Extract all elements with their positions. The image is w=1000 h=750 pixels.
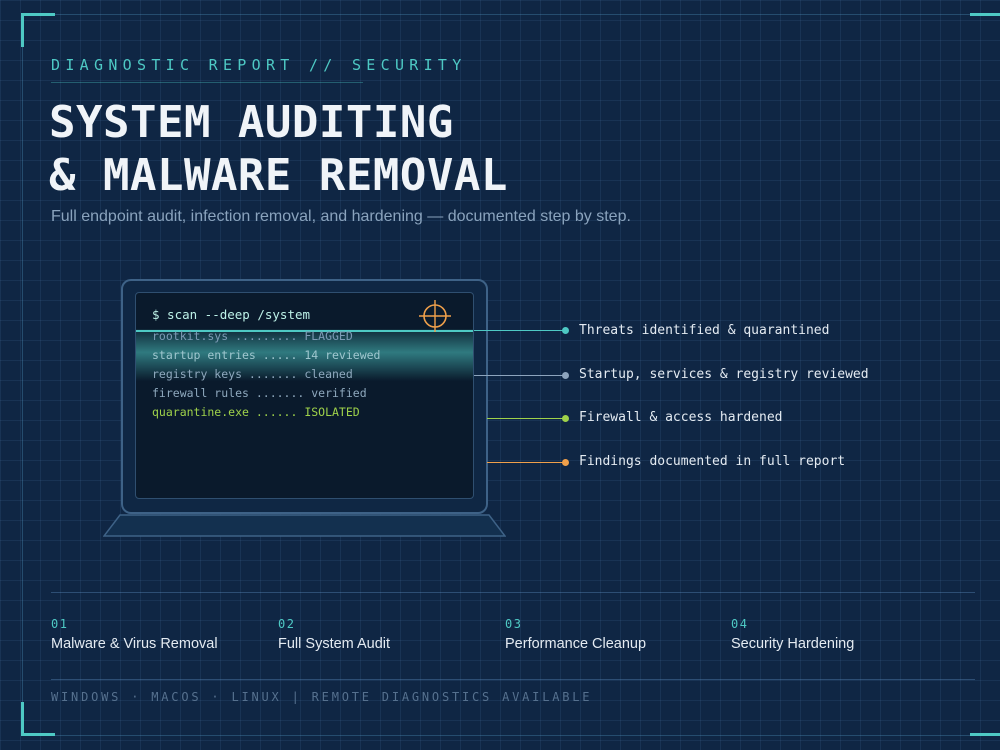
callout-firewall: Firewall & access hardened xyxy=(579,410,783,425)
terminal-line: startup entries ..... 14 reviewed xyxy=(152,348,381,362)
eyebrow-divider xyxy=(51,82,363,83)
crosshair-icon xyxy=(419,300,451,332)
frame-corner-top-left xyxy=(21,13,55,47)
callout-threats: Threats identified & quarantined xyxy=(579,323,830,338)
terminal-command: $ scan --deep /system xyxy=(152,307,311,322)
service-number: 03 xyxy=(505,617,523,631)
service-number: 04 xyxy=(731,617,749,631)
page-title: SYSTEM AUDITING & MALWARE REMOVAL xyxy=(49,96,508,202)
terminal-line: rootkit.sys ......... FLAGGED xyxy=(152,329,353,343)
callout-dot-4 xyxy=(562,459,569,466)
callout-connector-2 xyxy=(474,375,566,376)
service-number: 01 xyxy=(51,617,69,631)
page-subtitle: Full endpoint audit, infection removal, … xyxy=(51,208,631,225)
frame-left-line xyxy=(22,47,23,702)
callout-connector-1 xyxy=(474,330,566,331)
laptop-base xyxy=(103,514,506,537)
footer-divider xyxy=(51,679,975,680)
page-title-line-2: & MALWARE REMOVAL xyxy=(49,150,508,201)
frame-corner-bottom-right xyxy=(970,702,1000,736)
footer-platforms: WINDOWS · MACOS · LINUX | REMOTE DIAGNOS… xyxy=(51,690,593,704)
callout-findings: Findings documented in full report xyxy=(579,454,846,469)
terminal-window: $ scan --deep /system rootkit.sys ......… xyxy=(135,292,474,499)
callout-connector-3 xyxy=(487,418,566,419)
callout-dot-3 xyxy=(562,415,569,422)
terminal-line: quarantine.exe ...... ISOLATED xyxy=(152,405,360,419)
frame-bottom-line xyxy=(55,735,970,736)
callout-dot-2 xyxy=(562,372,569,379)
terminal-line: firewall rules ....... verified xyxy=(152,386,367,400)
callout-startup: Startup, services & registry reviewed xyxy=(579,367,869,382)
service-name: Security Hardening xyxy=(731,636,855,652)
service-name: Malware & Virus Removal xyxy=(51,636,218,652)
services-top-divider xyxy=(51,592,975,593)
frame-top-line xyxy=(55,14,970,15)
page-title-line-1: SYSTEM AUDITING xyxy=(49,97,454,148)
frame-corner-bottom-left xyxy=(21,702,55,736)
eyebrow-label: DIAGNOSTIC REPORT // SECURITY xyxy=(51,56,467,74)
service-number: 02 xyxy=(278,617,296,631)
service-name: Full System Audit xyxy=(278,636,391,652)
terminal-line: registry keys ....... cleaned xyxy=(152,367,353,381)
service-name: Performance Cleanup xyxy=(505,636,647,652)
callout-dot-1 xyxy=(562,327,569,334)
frame-corner-top-right xyxy=(970,13,1000,47)
callout-connector-4 xyxy=(487,462,566,463)
